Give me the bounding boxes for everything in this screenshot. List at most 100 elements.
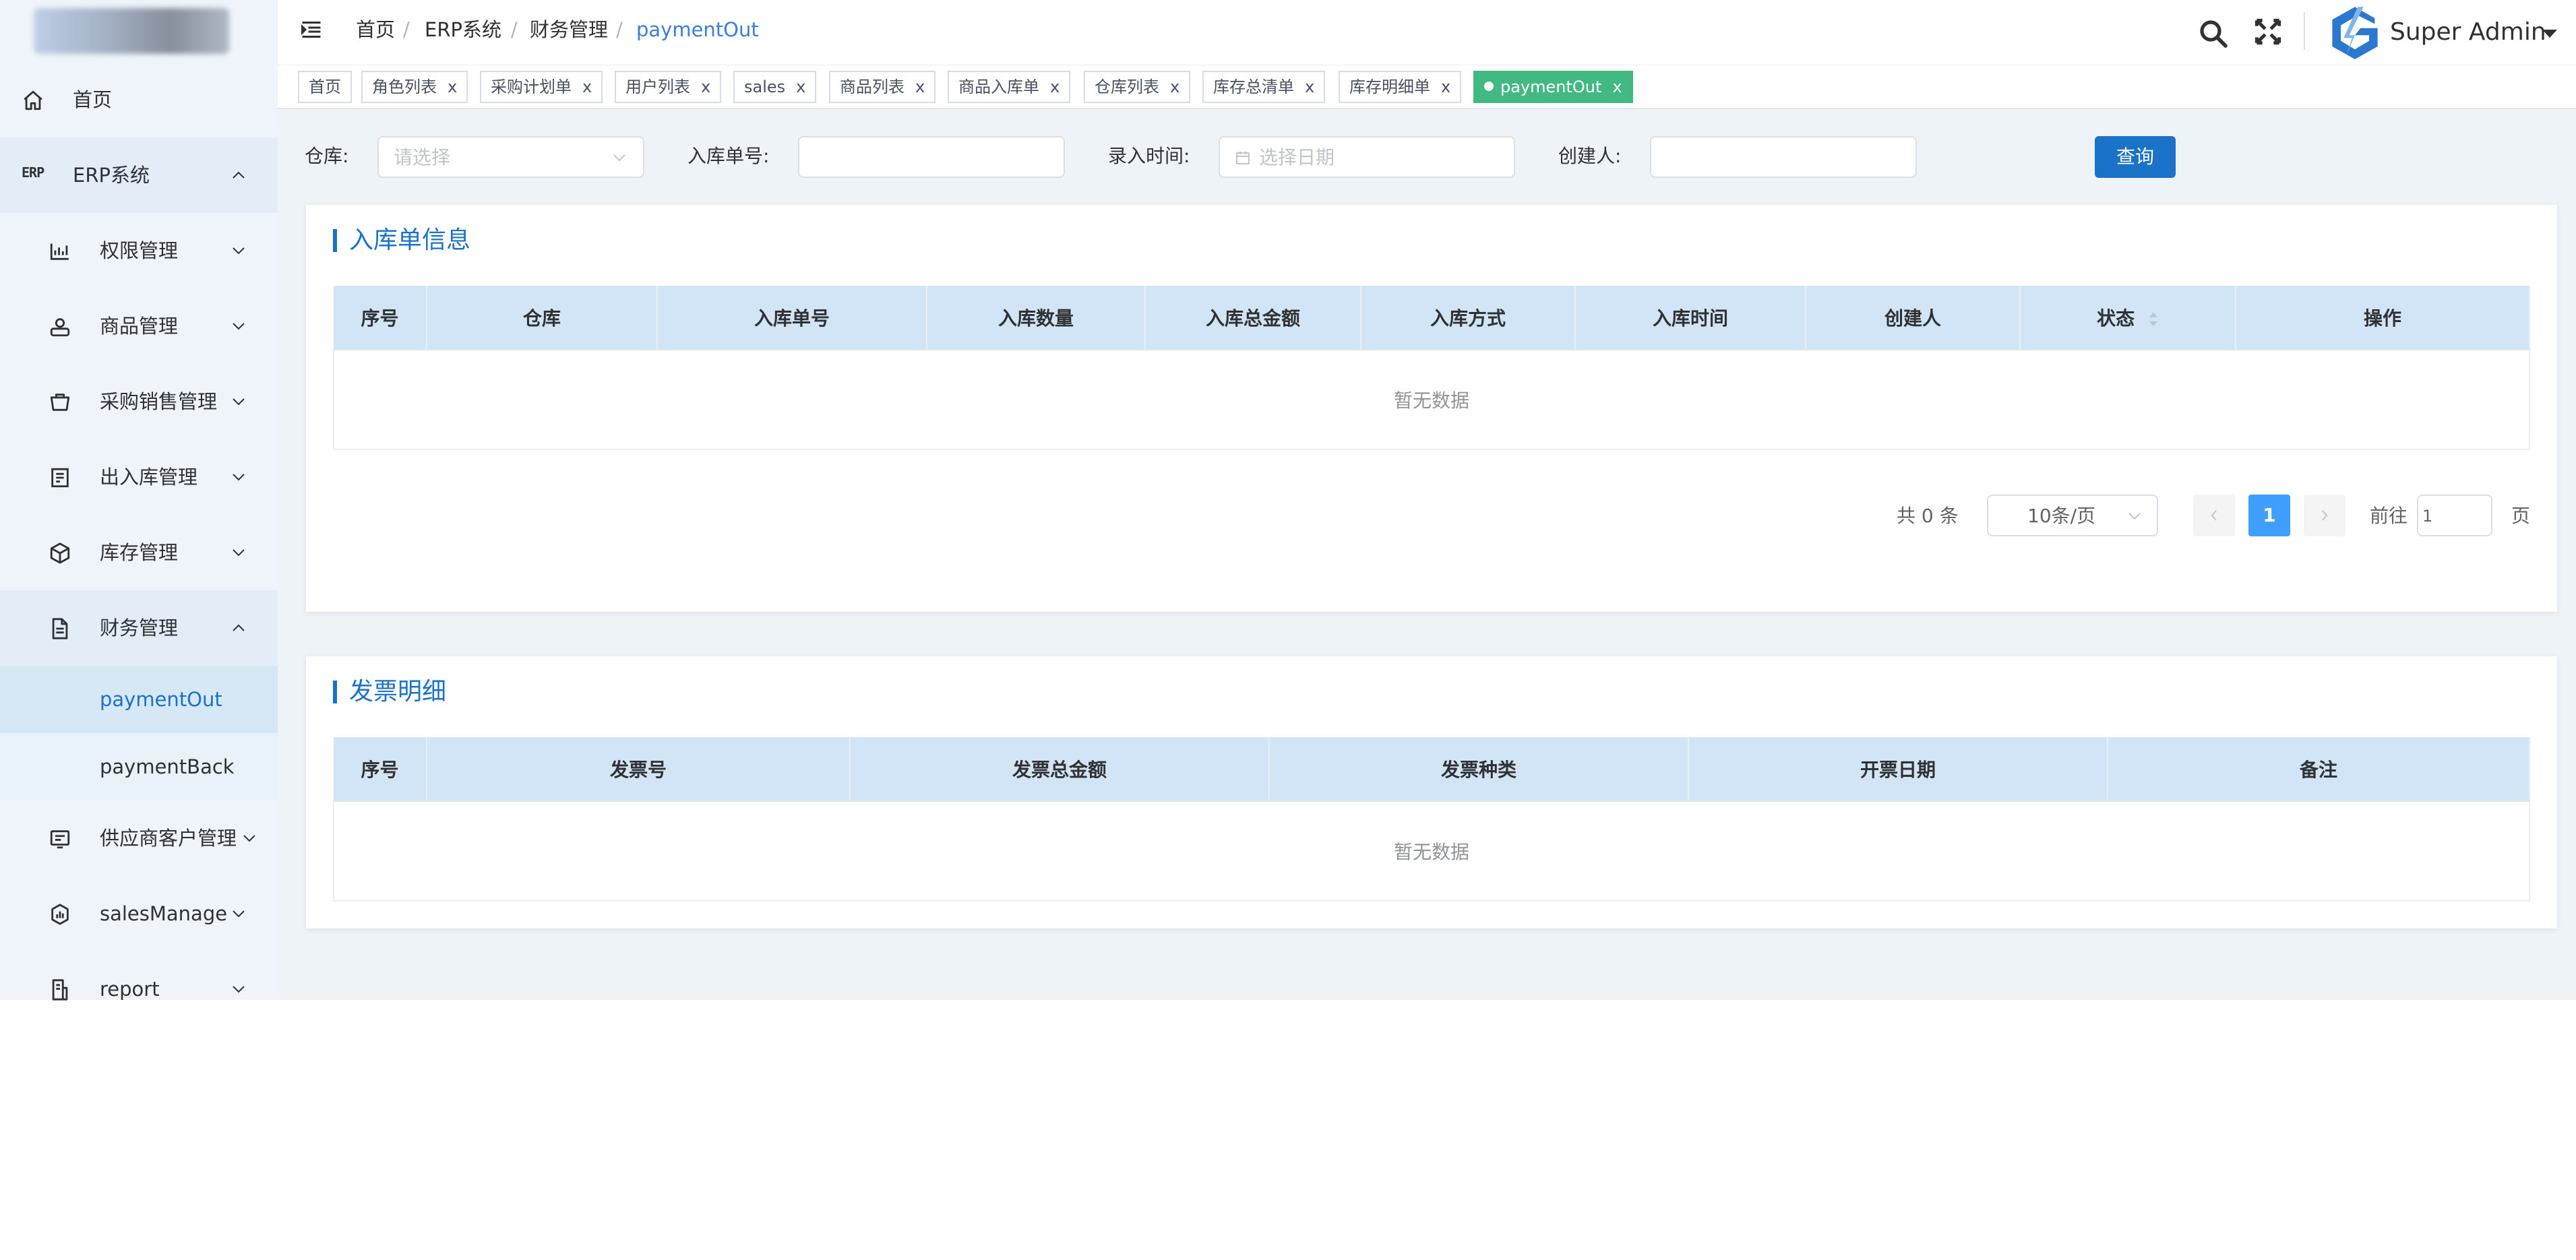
tag-paymentout[interactable]: paymentOut x: [1473, 71, 1633, 103]
tag-close-icon[interactable]: x: [915, 77, 925, 96]
breadcrumb-item[interactable]: 财务管理: [530, 16, 608, 43]
chevron-down-icon: [231, 907, 247, 920]
inbound-card-title: 入库单信息: [333, 228, 470, 253]
tag-label: 角色列表: [372, 77, 437, 96]
chevron-down-icon: [231, 395, 247, 408]
inbound-table: 序号 仓库 入库单号 入库数量 入库总金额 入库方式 入库时间 创建人 状态 操…: [333, 286, 2530, 450]
sidebar-item-paymentback[interactable]: paymentBack: [0, 733, 278, 800]
tag-purchase-plan[interactable]: 采购计划单 x: [480, 71, 603, 103]
tag-inventory-detail[interactable]: 库存明细单 x: [1339, 71, 1462, 103]
page-size-select[interactable]: 10条/页: [1987, 495, 2158, 536]
query-button[interactable]: 查询: [2095, 136, 2176, 178]
tag-label: 商品入库单: [958, 77, 1039, 96]
sidebar-item-report[interactable]: report: [0, 951, 278, 1001]
document-icon: [49, 617, 71, 640]
sidebar-item-stock-io[interactable]: 出入库管理: [0, 439, 278, 515]
tag-close-icon[interactable]: x: [701, 77, 710, 96]
user-avatar[interactable]: [2327, 4, 2383, 61]
sidebar-item-label: ERP系统: [73, 164, 150, 187]
sidebar-item-permission[interactable]: 权限管理: [0, 213, 278, 288]
tag-label: 用户列表: [625, 77, 690, 96]
tag-inventory-total[interactable]: 库存总清单 x: [1202, 71, 1326, 103]
top-header: 首页 / ERP系统 / 财务管理 / paymentOut Super Adm…: [278, 0, 2576, 65]
warehouse-placeholder: 请选择: [394, 146, 451, 168]
sidebar-item-supplier[interactable]: 供应商客户管理: [0, 800, 278, 876]
main-content: 仓库: 请选择 入库单号: 录入时间: 选择日期 创建人: 查询 入库单信息 序…: [278, 109, 2576, 1000]
menu-fold-icon[interactable]: [299, 18, 324, 42]
breadcrumb-separator: /: [403, 18, 410, 41]
tag-close-icon[interactable]: x: [1441, 77, 1450, 96]
app-logo: [34, 8, 229, 54]
breadcrumb-separator: /: [616, 18, 623, 41]
column-header: 序号: [334, 286, 427, 350]
breadcrumb-item[interactable]: ERP系统: [425, 16, 501, 43]
column-header: 发票号: [427, 737, 851, 802]
order-no-input[interactable]: [798, 136, 1065, 178]
fullscreen-icon[interactable]: [2251, 15, 2285, 49]
column-header: 备注: [2108, 737, 2530, 802]
page-number-current[interactable]: 1: [2248, 495, 2290, 536]
breadcrumb-item[interactable]: 首页: [356, 16, 395, 43]
invoice-card: 发票明细 序号 发票号 发票总金额 发票种类 开票日期 备注 暂无数据: [306, 656, 2557, 928]
sidebar-item-erp[interactable]: ERP ERP系统: [0, 137, 278, 213]
supplier-icon: [49, 827, 71, 850]
tag-close-icon[interactable]: x: [1170, 77, 1179, 96]
tag-goods-list[interactable]: 商品列表 x: [829, 71, 936, 103]
sidebar-item-label: 采购销售管理: [100, 390, 218, 413]
calendar-icon: [1235, 150, 1251, 166]
next-page-button[interactable]: [2304, 495, 2345, 536]
tag-close-icon[interactable]: x: [582, 77, 592, 96]
sidebar-item-finance[interactable]: 财务管理: [0, 590, 278, 666]
tag-close-icon[interactable]: x: [1050, 77, 1060, 96]
sidebar-item-home[interactable]: 首页: [0, 62, 278, 137]
sidebar-item-label: paymentBack: [100, 755, 235, 778]
column-header-status[interactable]: 状态: [2020, 286, 2236, 350]
sidebar-item-purchase[interactable]: 采购销售管理: [0, 364, 278, 439]
breadcrumb-separator: /: [511, 18, 518, 41]
sort-caret-icon[interactable]: [2148, 311, 2159, 328]
invoice-table: 序号 发票号 发票总金额 发票种类 开票日期 备注 暂无数据: [333, 737, 2530, 902]
tag-goods-inbound[interactable]: 商品入库单 x: [948, 71, 1071, 103]
tag-sales[interactable]: sales x: [733, 71, 817, 103]
invoice-card-title: 发票明细: [333, 680, 446, 704]
erp-icon: ERP: [22, 164, 44, 181]
sidebar-item-label: 供应商客户管理: [100, 827, 237, 850]
sidebar-item-paymentout[interactable]: paymentOut: [0, 666, 278, 733]
header-divider: [2304, 12, 2305, 50]
sidebar: 首页 ERP ERP系统 权限管理 商品管理 采购销售管理 出入库管理 库存管理…: [0, 0, 278, 1001]
warehouse-label: 仓库:: [305, 145, 349, 167]
sidebar-item-label: report: [100, 978, 160, 1001]
tag-label: 库存明细单: [1349, 77, 1430, 96]
tag-close-icon[interactable]: x: [1305, 77, 1314, 96]
tag-warehouse-list[interactable]: 仓库列表 x: [1084, 71, 1191, 103]
tag-close-icon[interactable]: x: [1612, 77, 1622, 96]
tag-user-list[interactable]: 用户列表 x: [615, 71, 722, 103]
sidebar-item-salesmanage[interactable]: salesManage: [0, 876, 278, 951]
tag-close-icon[interactable]: x: [796, 77, 805, 96]
time-label: 录入时间:: [1108, 145, 1190, 167]
sidebar-item-goods[interactable]: 商品管理: [0, 288, 278, 364]
user-name[interactable]: Super Admin: [2390, 18, 2546, 47]
caret-down-icon[interactable]: [2541, 28, 2558, 39]
tag-label: 库存总清单: [1213, 77, 1294, 96]
goto-page-input[interactable]: 1: [2417, 495, 2492, 536]
search-icon[interactable]: [2197, 18, 2230, 50]
table-header-row: 序号 发票号 发票总金额 发票种类 开票日期 备注: [334, 737, 2530, 802]
tag-home[interactable]: 首页: [298, 71, 352, 103]
date-picker[interactable]: 选择日期: [1219, 136, 1515, 178]
sidebar-item-inventory[interactable]: 库存管理: [0, 515, 278, 590]
sidebar-item-label: 首页: [73, 88, 113, 111]
sidebar-item-label: 商品管理: [100, 315, 179, 338]
prev-page-button[interactable]: [2193, 495, 2235, 536]
tag-label: 仓库列表: [1095, 77, 1159, 96]
sidebar-item-label: paymentOut: [100, 688, 222, 711]
tag-role-list[interactable]: 角色列表 x: [361, 71, 468, 103]
permission-icon: [49, 240, 71, 263]
creator-input[interactable]: [1650, 136, 1917, 178]
sales-icon: [49, 903, 71, 926]
tag-close-icon[interactable]: x: [448, 77, 457, 96]
chevron-down-icon: [612, 152, 627, 163]
column-header: 序号: [334, 737, 427, 802]
column-header: 创建人: [1806, 286, 2021, 350]
warehouse-select[interactable]: 请选择: [377, 136, 644, 178]
